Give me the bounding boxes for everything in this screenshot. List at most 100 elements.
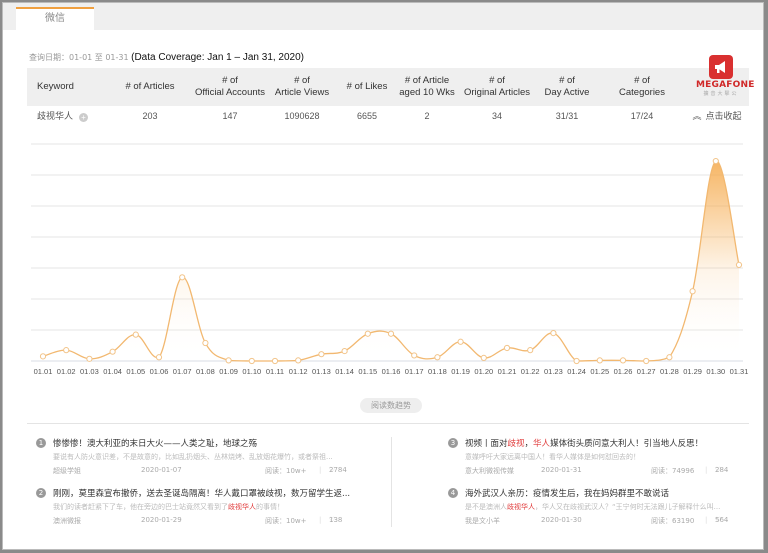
data-point-01.09[interactable]	[225, 357, 232, 364]
title-text: ，	[524, 439, 534, 449]
stats-data-row: 歧视华人 + 203 147 1090628 6655 2 34 31/31 1…	[27, 106, 749, 128]
summary-text: 是不是澳洲人	[465, 503, 507, 511]
article-account[interactable]: 我是文小羊	[465, 516, 500, 526]
x-tick-label: 01.10	[242, 367, 261, 376]
keyword-highlight: 歧视	[507, 439, 525, 449]
article-title[interactable]: 视频丨面对歧视，华人媒体街头质问意大利人！引当地人反思！	[465, 437, 703, 449]
data-point-01.13[interactable]	[318, 351, 325, 358]
article-item[interactable]: 4 海外武汉人亲历：疫情发生后，我在妈妈群里不敢说话 是不是澳洲人歧视华人，华人又…	[448, 487, 768, 526]
column-divider	[391, 437, 392, 527]
article-title[interactable]: 海外武汉人亲历：疫情发生后，我在妈妈群里不敢说话	[465, 487, 669, 499]
meta-separator: |	[705, 466, 708, 474]
data-point-01.23[interactable]	[550, 330, 557, 337]
tab-wechat[interactable]: 微信	[16, 7, 94, 30]
data-point-01.11[interactable]	[271, 357, 279, 365]
data-point-01.03[interactable]	[86, 355, 93, 362]
data-point-01.26[interactable]	[619, 357, 627, 364]
x-tick-label: 01.01	[34, 367, 53, 376]
data-point-01.21[interactable]	[503, 344, 511, 352]
section-divider	[27, 423, 749, 424]
data-point-01.07[interactable]	[179, 274, 186, 281]
data-point-01.05[interactable]	[132, 331, 139, 338]
article-account[interactable]: 意大利微视传媒	[465, 466, 514, 476]
article-item[interactable]: 2 刚刚，莫里森宣布撤侨，送去圣诞岛隔离！华人戴口罩被歧视，数万留学生返... 我…	[36, 487, 366, 526]
article-summary: 是不是澳洲人歧视华人，华人又在歧视武汉人？“王宁何时无法跟儿子解释什么叫...	[465, 502, 768, 512]
keyword-highlight: 歧视华人	[228, 503, 256, 511]
rank-badge: 4	[448, 488, 458, 498]
x-tick-label: 01.14	[335, 367, 354, 376]
rank-badge: 1	[36, 438, 46, 448]
likes-count: 138	[329, 516, 343, 524]
query-date: 查询日期：01-01 至 01-31 (Data Coverage: Jan 1…	[29, 52, 304, 63]
article-views-value: 1090628	[284, 111, 320, 122]
data-coverage-note: (Data Coverage: Jan 1 – Jan 31, 2020)	[131, 52, 305, 63]
add-keyword-icon[interactable]: +	[79, 112, 89, 122]
data-point-01.10[interactable]	[248, 357, 255, 365]
data-point-01.02[interactable]	[63, 347, 70, 354]
x-tick-label: 01.29	[683, 367, 702, 376]
data-point-01.29[interactable]	[689, 288, 696, 295]
x-tick-label: 01.22	[521, 367, 540, 376]
likes-count: 564	[715, 516, 729, 524]
x-tick-label: 01.23	[544, 367, 563, 376]
article-item[interactable]: 1 惨惨惨！澳大利亚的末日大火——人类之耻，地球之殇 要说有人防火意识差，不是故意…	[36, 437, 366, 476]
summary-text: 的事情！	[256, 503, 284, 511]
data-point-01.20[interactable]	[480, 354, 487, 361]
article-reads: 阅读：74996	[651, 467, 695, 475]
article-item[interactable]: 3 视频丨面对歧视，华人媒体街头质问意大利人！引当地人反思！ 意媒呼吁大家远离中国…	[448, 437, 768, 476]
header-original-articles: # of Original Articles	[464, 75, 530, 98]
x-tick-label: 01.30	[706, 367, 725, 376]
header-aged-10-wks: # of Article aged 10 Wks	[399, 75, 455, 98]
article-account[interactable]: 超级学姐	[53, 466, 81, 476]
reads-trend-button[interactable]: 阅读数趋势	[360, 398, 422, 413]
collapse-button[interactable]: ︽ 点击收起	[687, 106, 747, 128]
article-title[interactable]: 惨惨惨！澳大利亚的末日大火——人类之耻，地球之殇	[53, 437, 257, 449]
tab-bar: 微信	[3, 3, 763, 30]
x-tick-label: 01.02	[57, 367, 76, 376]
data-point-01.08[interactable]	[202, 339, 209, 347]
x-tick-label: 01.16	[382, 367, 401, 376]
rank-badge: 2	[36, 488, 46, 498]
x-tick-label: 01.13	[312, 367, 331, 376]
summary-text: 要说有人防火意识差，不是故意的，比如乱扔烟头、丛林烧烤、乱放烟花爆竹，或者祭祖.…	[53, 453, 333, 461]
article-date: 2020-01-30	[541, 516, 582, 524]
data-point-01.27[interactable]	[643, 357, 650, 365]
data-point-01.16[interactable]	[387, 330, 395, 337]
rank-badge: 3	[448, 438, 458, 448]
article-title[interactable]: 刚刚，莫里森宣布撤侨，送去圣诞岛隔离！华人戴口罩被歧视，数万留学生返...	[53, 487, 350, 499]
article-reads: 阅读：10w+	[265, 467, 307, 475]
article-account[interactable]: 澳洲微报	[53, 516, 81, 526]
data-point-01.04[interactable]	[109, 348, 116, 355]
data-point-01.24[interactable]	[573, 357, 580, 365]
data-point-01.12[interactable]	[295, 357, 302, 364]
article-date: 2020-01-07	[141, 466, 182, 474]
article-reads: 阅读：63190	[651, 517, 695, 525]
data-point-01.25[interactable]	[596, 357, 603, 364]
data-point-01.01[interactable]	[39, 353, 47, 360]
x-tick-label: 01.05	[126, 367, 145, 376]
data-point-01.17[interactable]	[411, 352, 418, 359]
chart-svg: 01.01 01.02 01.03 01.04 01.05 01.06 01.07 01.08…	[31, 143, 748, 376]
data-point-01.15[interactable]	[364, 330, 371, 337]
x-tick-label: 01.26	[614, 367, 633, 376]
data-point-01.22[interactable]	[527, 347, 534, 354]
keyword-value: 歧视华人	[37, 111, 74, 122]
x-tick-label: 01.09	[219, 367, 238, 376]
data-point-01.06[interactable]	[155, 354, 163, 361]
x-tick-label: 01.19	[451, 367, 470, 376]
data-point-01.14[interactable]	[341, 347, 348, 355]
app-window: 微信 查询日期：01-01 至 01-31 (Data Coverage: Ja…	[2, 2, 764, 550]
header-keyword: Keyword	[37, 81, 74, 93]
x-tick-label: 01.17	[405, 367, 424, 376]
data-point-01.18[interactable]	[434, 354, 441, 361]
summary-text: ，华人又在歧视武汉人？“王宁何时无法跟儿子解释什么叫...	[535, 503, 721, 511]
data-point-01.28[interactable]	[666, 354, 673, 361]
data-point-01.19[interactable]	[457, 338, 464, 345]
data-point-01.30[interactable]	[712, 157, 719, 165]
data-point-01.31[interactable]	[735, 261, 743, 268]
x-tick-label: 01.06	[150, 367, 169, 376]
categories-value: 17/24	[630, 111, 654, 122]
title-text: 视频丨面对	[465, 439, 508, 449]
original-articles-value: 34	[491, 111, 502, 122]
header-day-active: # of Day Active	[544, 75, 590, 98]
